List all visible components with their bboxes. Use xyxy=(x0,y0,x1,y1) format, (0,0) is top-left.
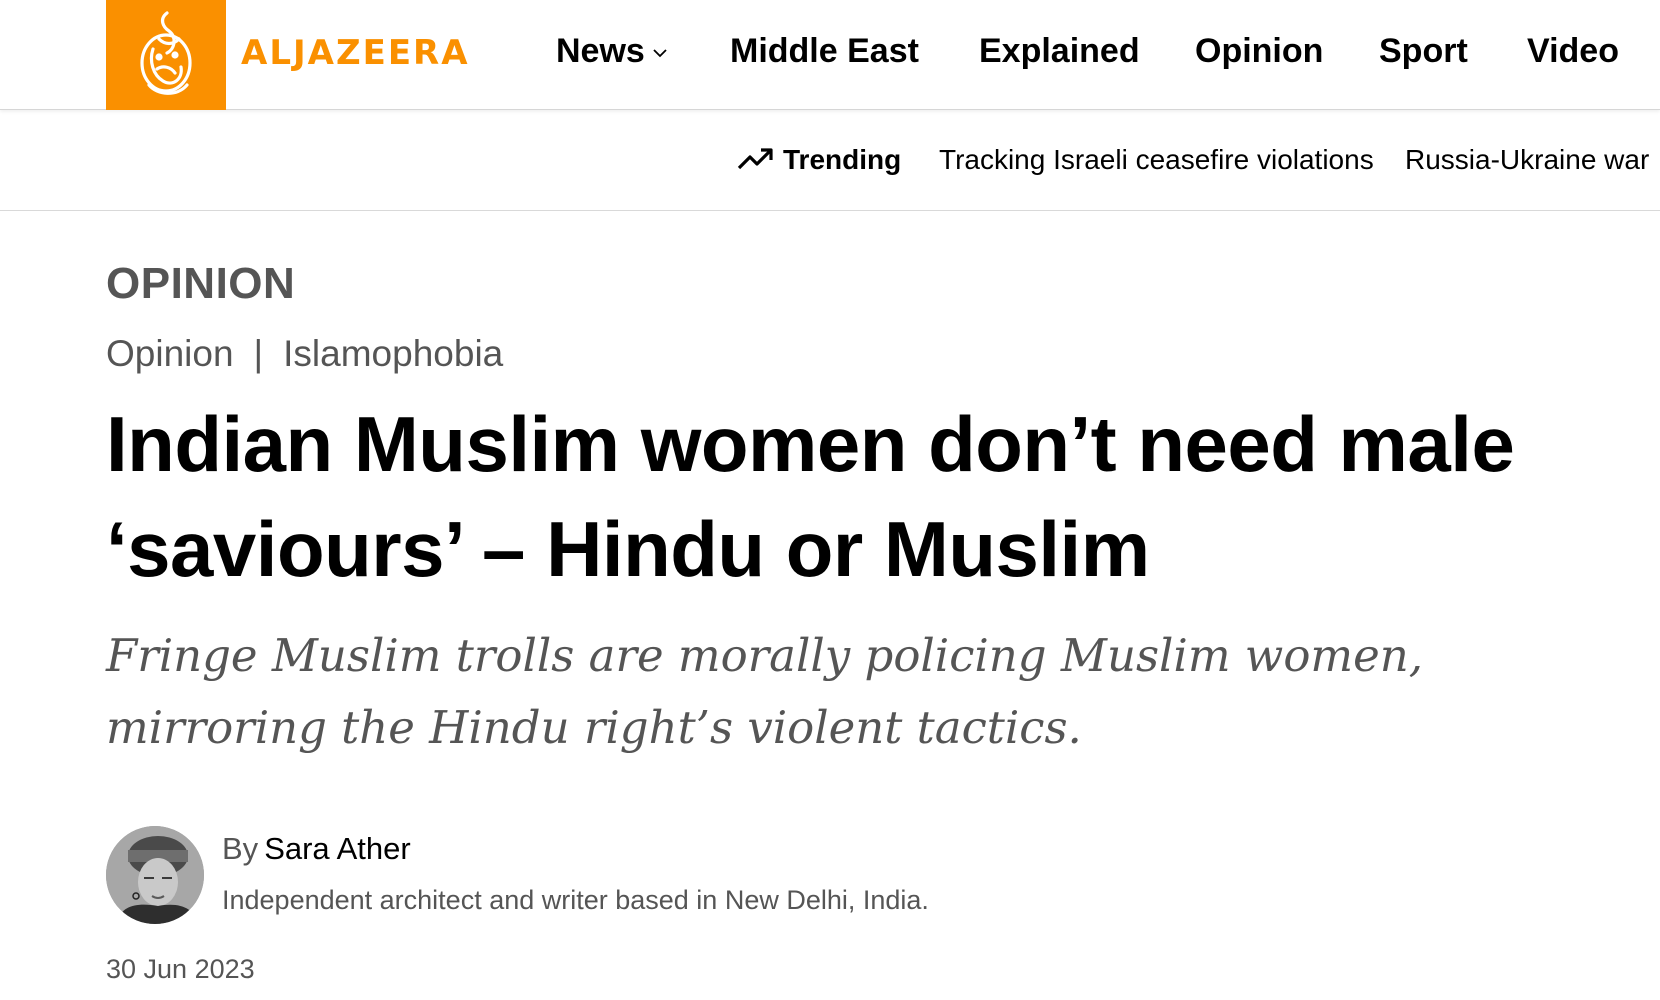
trending-link-russia-ukraine[interactable]: Russia-Ukraine war xyxy=(1405,140,1649,180)
trending-link-ceasefire[interactable]: Tracking Israeli ceasefire violations xyxy=(939,140,1374,180)
publish-date: 30 Jun 2023 xyxy=(106,954,255,984)
author-bio: Independent architect and writer based i… xyxy=(222,885,929,915)
article-subhead: Fringe Muslim trolls are morally policin… xyxy=(106,629,1423,754)
breadcrumb-separator: | xyxy=(253,333,264,374)
nav-item-label: News xyxy=(556,32,645,70)
main-nav: News Middle East Explained Opinion Sport… xyxy=(0,28,1660,74)
trending-label: Trending xyxy=(783,144,902,175)
author-avatar[interactable] xyxy=(106,826,204,924)
nav-item-news[interactable]: News xyxy=(556,28,667,74)
author-portrait-icon xyxy=(106,826,204,924)
nav-item-sport[interactable]: Sport xyxy=(1379,28,1468,74)
byline: By Sara Ather xyxy=(222,828,411,870)
nav-item-explained[interactable]: Explained xyxy=(979,28,1140,74)
article-headline: Indian Muslim women don’t need male ‘sav… xyxy=(106,400,1515,593)
section-label: OPINION xyxy=(106,259,296,308)
chevron-down-icon xyxy=(653,49,667,58)
site-header: ALJAZEERA News Middle East Explained Opi… xyxy=(0,0,1660,110)
nav-item-video[interactable]: Video xyxy=(1527,28,1619,74)
trending-up-icon xyxy=(737,148,773,170)
byline-prefix: By xyxy=(222,831,259,866)
nav-item-middle-east[interactable]: Middle East xyxy=(730,28,919,74)
breadcrumb: Opinion | Islamophobia xyxy=(106,330,503,378)
breadcrumb-islamophobia[interactable]: Islamophobia xyxy=(283,333,503,374)
nav-item-opinion[interactable]: Opinion xyxy=(1195,28,1323,74)
breadcrumb-opinion[interactable]: Opinion xyxy=(106,333,234,374)
author-name-link[interactable]: Sara Ather xyxy=(264,831,410,866)
